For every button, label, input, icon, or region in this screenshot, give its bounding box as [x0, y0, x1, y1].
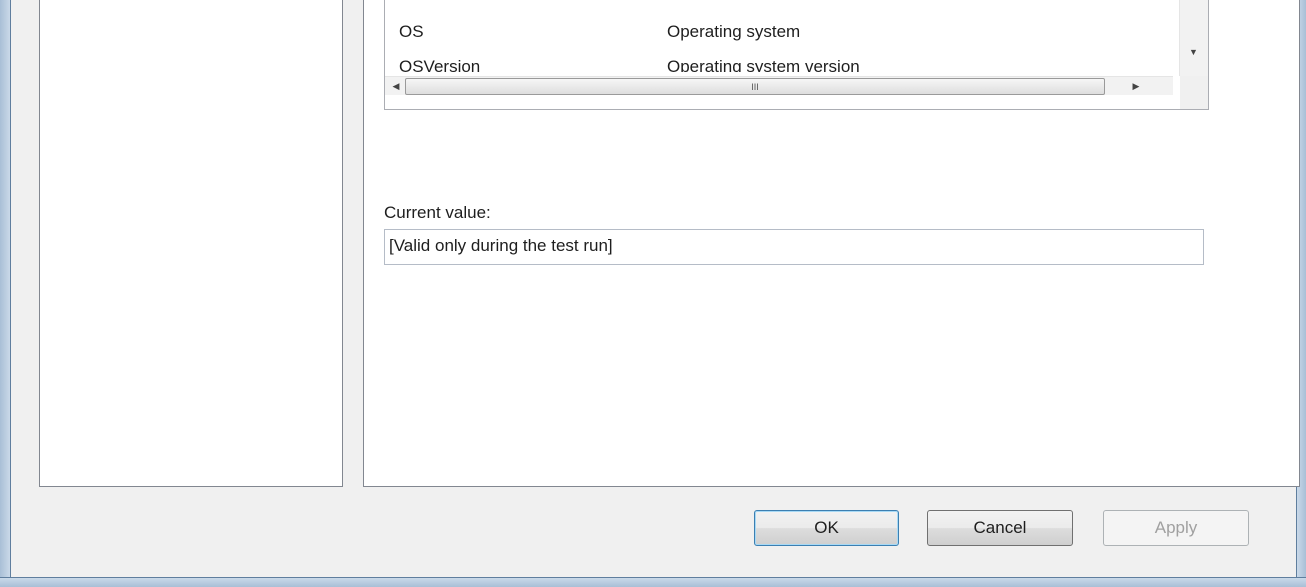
window-frame-left: [0, 0, 11, 587]
variable-description: Operating system: [667, 22, 801, 41]
current-value-field[interactable]: [Valid only during the test run]: [384, 229, 1204, 265]
variable-name: OS: [399, 22, 424, 41]
grip-icon: III: [751, 81, 759, 92]
down-arrow-icon[interactable]: ▼: [1189, 47, 1198, 57]
cancel-button[interactable]: Cancel: [927, 510, 1073, 546]
window-frame-bottom: [0, 577, 1306, 587]
vertical-scrollbar[interactable]: ▼: [1179, 0, 1208, 76]
left-arrow-icon[interactable]: ◀: [387, 77, 405, 95]
right-arrow-icon[interactable]: ▶: [1127, 77, 1145, 95]
list-item[interactable]: OS Operating system: [399, 22, 800, 42]
scrollbar-thumb[interactable]: III: [405, 78, 1105, 95]
scrollbar-corner: [1180, 76, 1208, 109]
ok-button[interactable]: OK: [754, 510, 899, 546]
current-value-label: Current value:: [384, 203, 491, 222]
category-tree-pane[interactable]: [39, 0, 343, 487]
horizontal-scrollbar[interactable]: ◀ III ▶: [385, 76, 1173, 95]
dialog-client-area: OS Operating system OSVersion Operating …: [11, 0, 1300, 577]
apply-button[interactable]: Apply: [1103, 510, 1249, 546]
variables-list[interactable]: OS Operating system OSVersion Operating …: [384, 0, 1209, 110]
settings-pane: OS Operating system OSVersion Operating …: [363, 0, 1300, 487]
